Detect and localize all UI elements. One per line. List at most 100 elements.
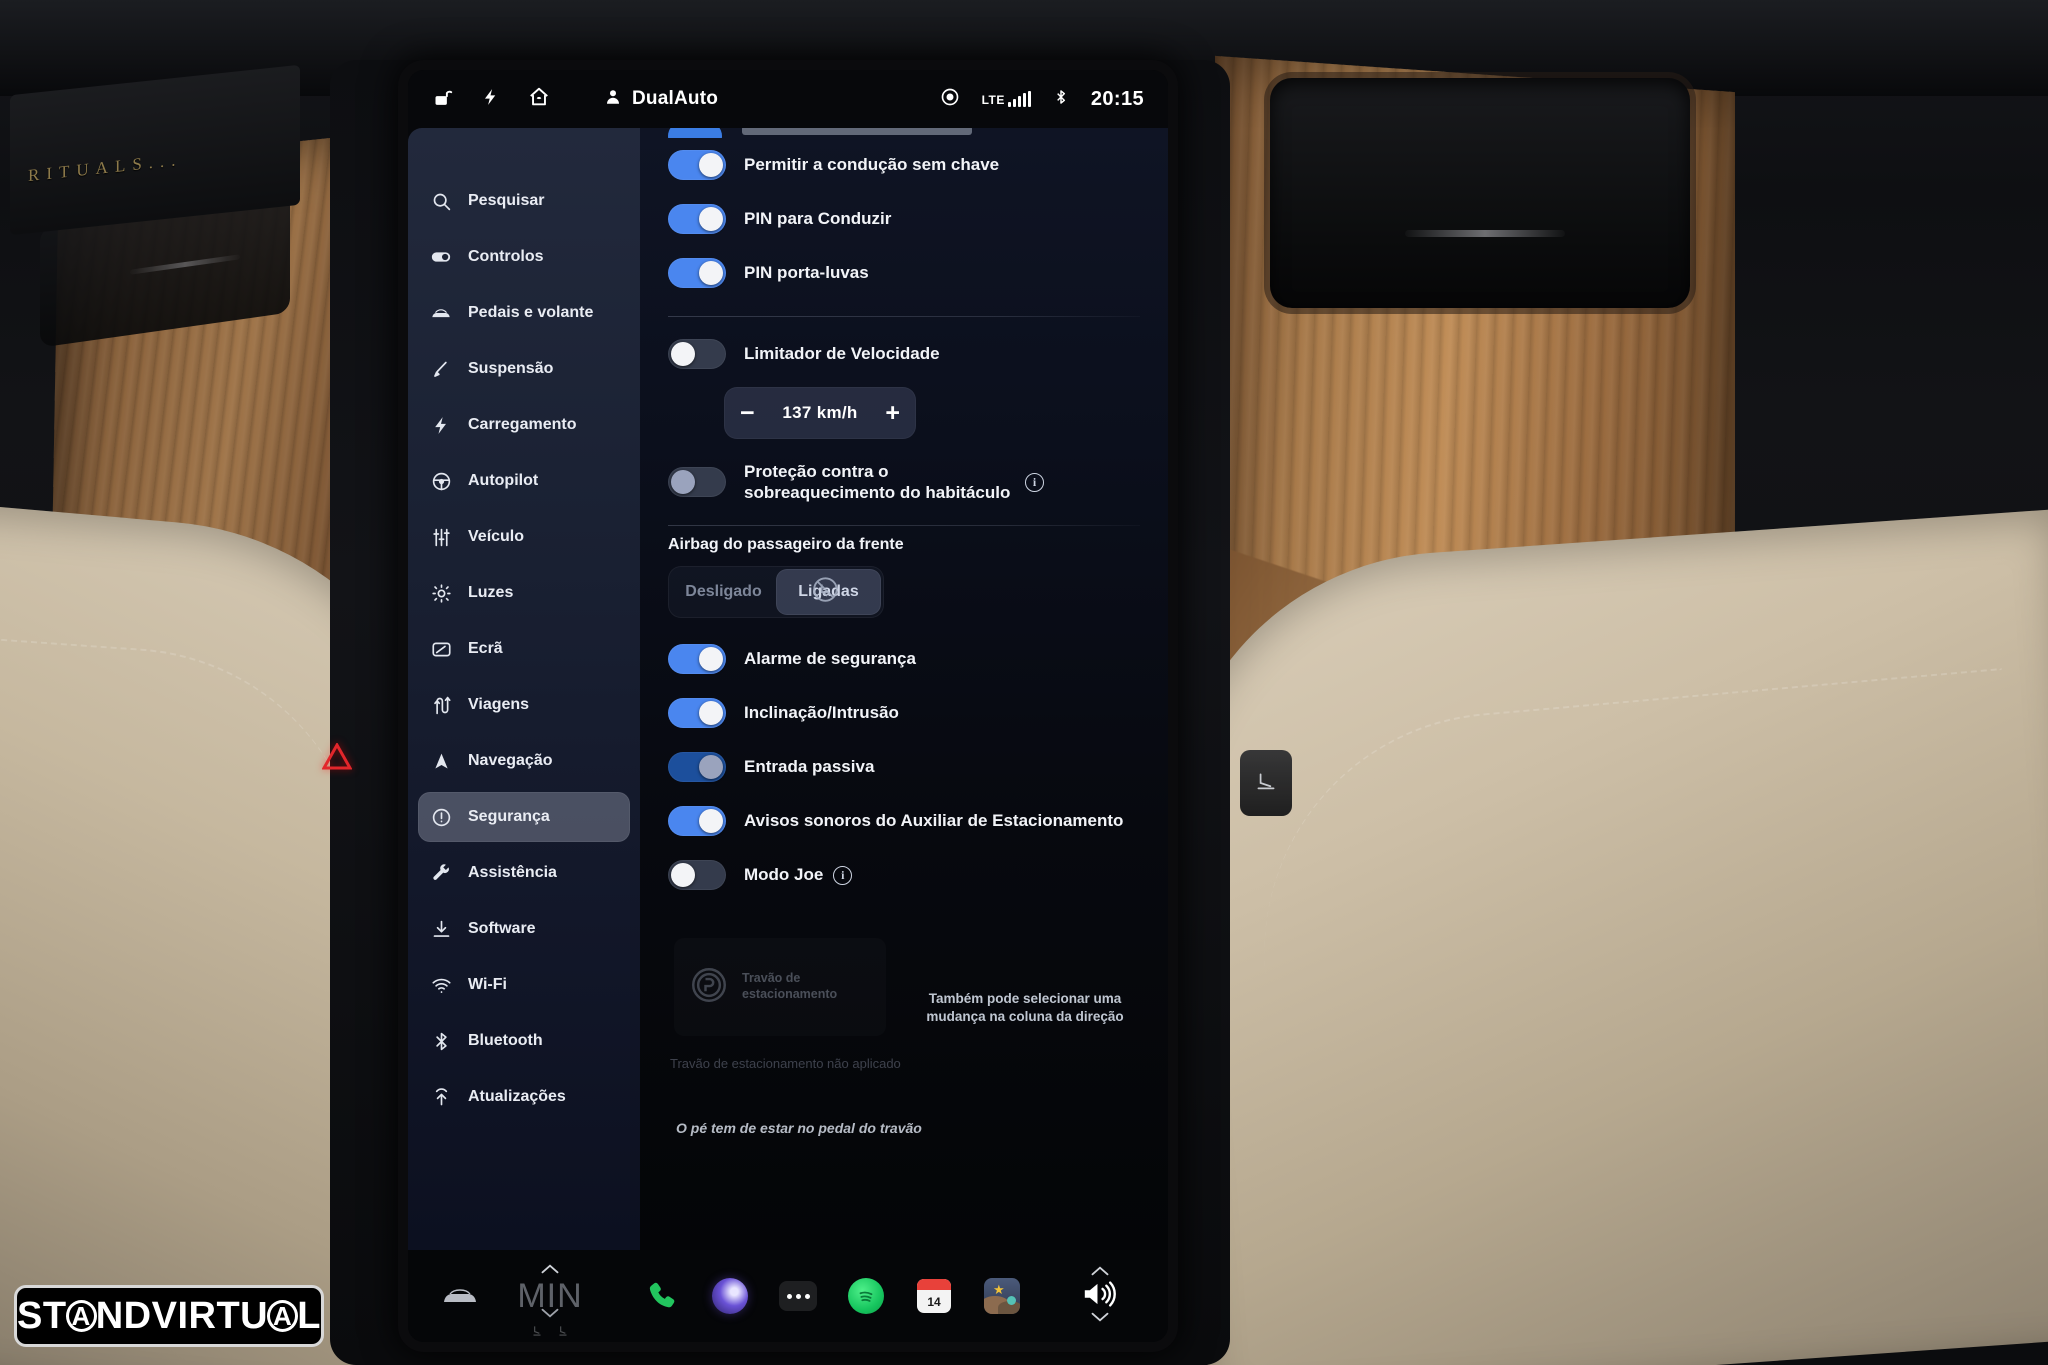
joe-mode-toggle[interactable] — [668, 860, 726, 890]
passive-entry-toggle[interactable] — [668, 752, 726, 782]
tilt-intrusion-toggle[interactable] — [668, 698, 726, 728]
glovebox-pin-toggle[interactable] — [668, 258, 726, 288]
airbag-option-on[interactable]: Ligadas — [776, 569, 881, 615]
photos-app-icon[interactable]: ★ — [982, 1276, 1022, 1316]
sidebar-item-suspens-o[interactable]: Suspensão — [418, 344, 630, 394]
park-assist-chimes-toggle[interactable] — [668, 806, 726, 836]
watermark-text-5: L — [297, 1294, 321, 1337]
sidebar-item-label: Luzes — [468, 584, 514, 601]
setting-row[interactable]: PIN porta-luvas — [668, 246, 1140, 300]
setting-label: PIN porta-luvas — [744, 263, 869, 283]
speed-limiter-toggle[interactable] — [668, 339, 726, 369]
setting-row[interactable]: Inclinação/Intrusão — [668, 686, 1140, 740]
navigation-arrow-icon — [430, 750, 452, 772]
sidebar-item-bluetooth[interactable]: Bluetooth — [418, 1016, 630, 1066]
wrench-icon — [430, 862, 452, 884]
setting-label: Inclinação/Intrusão — [744, 703, 899, 723]
sidebar-item-label: Navegação — [468, 752, 553, 769]
sidebar-item-pedais-e-volante[interactable]: Pedais e volante — [418, 288, 630, 338]
sidebar-item-atualiza-es[interactable]: Atualizações — [418, 1072, 630, 1122]
bolt-icon[interactable] — [481, 86, 500, 113]
unlock-icon[interactable] — [432, 86, 453, 113]
pin-to-drive-toggle[interactable] — [668, 204, 726, 234]
wifi-icon — [430, 974, 452, 996]
speed-limit-stepper[interactable]: − 137 km/h + — [724, 387, 916, 439]
trip-icon — [430, 694, 452, 716]
sidebar-item-carregamento[interactable]: Carregamento — [418, 400, 630, 450]
toggle[interactable] — [668, 128, 722, 138]
sidebar-item-viagens[interactable]: Viagens — [418, 680, 630, 730]
upload-icon — [430, 1086, 452, 1108]
sidebar-item-wi-fi[interactable]: Wi-Fi — [418, 960, 630, 1010]
info-icon[interactable]: i — [833, 865, 853, 885]
airbag-option-off[interactable]: Desligado — [671, 569, 776, 615]
setting-row[interactable]: Proteção contra o sobreaquecimento do ha… — [668, 455, 1140, 509]
setting-row[interactable]: Permitir a condução sem chave — [668, 138, 1140, 192]
bottom-taskbar[interactable]: MIN 14 ★ — [408, 1250, 1168, 1342]
seat-heater-icons[interactable] — [530, 1324, 570, 1338]
airbag-section: Airbag do passageiro da frente Desligado… — [668, 536, 1140, 618]
chevron-up-icon[interactable] — [540, 1262, 560, 1280]
setting-label: Modo Joe — [744, 865, 824, 885]
volume-icon[interactable] — [1081, 1278, 1119, 1315]
phone-app-icon[interactable] — [642, 1276, 682, 1316]
cabin-overheat-protection-toggle[interactable] — [668, 467, 726, 497]
profile-chip[interactable]: DualAuto — [604, 87, 718, 112]
air-vent-right — [1270, 78, 1690, 308]
setting-label: Limitador de Velocidade — [744, 344, 940, 364]
app-launcher-row[interactable]: 14 ★ — [610, 1276, 1054, 1316]
speed-limit-value: 137 km/h — [782, 403, 858, 422]
airbag-section-title: Airbag do passageiro da frente — [668, 536, 904, 553]
browser-app-icon[interactable] — [710, 1276, 750, 1316]
steering-wheel-icon — [430, 470, 452, 492]
car-status-button[interactable] — [430, 1284, 490, 1308]
setting-row[interactable]: Avisos sonoros do Auxiliar de Estacionam… — [668, 794, 1140, 848]
chevron-up-icon[interactable] — [1090, 1264, 1110, 1282]
parking-brake-card[interactable]: Travão de estacionamento — [674, 938, 886, 1036]
more-apps-icon[interactable] — [778, 1276, 818, 1316]
bluetooth-icon[interactable] — [1053, 87, 1069, 112]
keyless-driving-toggle[interactable] — [668, 150, 726, 180]
sidebar-item-software[interactable]: Software — [418, 904, 630, 954]
watermark-text-1: ST — [17, 1294, 67, 1337]
car-icon — [430, 302, 452, 324]
sidebar-item-label: Assistência — [468, 864, 557, 881]
partially-scrolled-row[interactable] — [668, 128, 1140, 138]
sidebar-item-seguran-a[interactable]: Segurança — [418, 792, 630, 842]
setting-row[interactable]: Entrada passiva — [668, 740, 1140, 794]
setting-row[interactable]: PIN para Conduzir — [668, 192, 1140, 246]
info-icon[interactable]: i — [1025, 472, 1044, 492]
network-indicator: LTE — [982, 91, 1031, 107]
settings-content[interactable]: Permitir a condução sem chave PIN para C… — [640, 128, 1168, 1250]
calendar-app-icon[interactable]: 14 — [914, 1276, 954, 1316]
sidebar-item-controlos[interactable]: Controlos — [418, 232, 630, 282]
camera-record-icon[interactable] — [940, 87, 960, 112]
seat-memory-button[interactable] — [1240, 750, 1292, 816]
setting-row[interactable]: Alarme de segurança — [668, 632, 1140, 686]
settings-sidebar[interactable]: Pesquisar Controlos Pedais e volante Suspen… — [408, 128, 640, 1250]
sidebar-item-assist-ncia[interactable]: Assistência — [418, 848, 630, 898]
hazard-triangle-icon[interactable] — [320, 740, 354, 774]
setting-row[interactable]: Modo Joe i — [668, 848, 1140, 902]
chevron-down-icon[interactable] — [1090, 1310, 1110, 1328]
section-divider — [668, 316, 1140, 317]
center-touchscreen[interactable]: DualAuto LTE 20:15 Pesquisar Controlos P… — [408, 70, 1168, 1342]
setting-row[interactable]: Limitador de Velocidade — [668, 327, 1140, 381]
sidebar-item-autopilot[interactable]: Autopilot — [418, 456, 630, 506]
home-icon[interactable] — [528, 86, 550, 113]
signal-bars-icon — [1007, 91, 1031, 107]
increment-button[interactable]: + — [885, 400, 900, 426]
sidebar-item-luzes[interactable]: Luzes — [418, 568, 630, 618]
sidebar-item-ecr[interactable]: Ecrã — [418, 624, 630, 674]
driver-temperature-control[interactable]: MIN — [490, 1250, 610, 1342]
decrement-button[interactable]: − — [740, 400, 755, 426]
chevron-down-icon[interactable] — [540, 1306, 560, 1324]
sidebar-item-navega-o[interactable]: Navegação — [418, 736, 630, 786]
security-alarm-toggle[interactable] — [668, 644, 726, 674]
spotify-app-icon[interactable] — [846, 1276, 886, 1316]
airbag-segmented-control[interactable]: Desligado Ligadas — [668, 566, 884, 618]
bluetooth-icon — [430, 1030, 452, 1052]
sidebar-item-pesquisar[interactable]: Pesquisar — [418, 176, 630, 226]
volume-control[interactable] — [1054, 1250, 1146, 1342]
sidebar-item-ve-culo[interactable]: Veículo — [418, 512, 630, 562]
